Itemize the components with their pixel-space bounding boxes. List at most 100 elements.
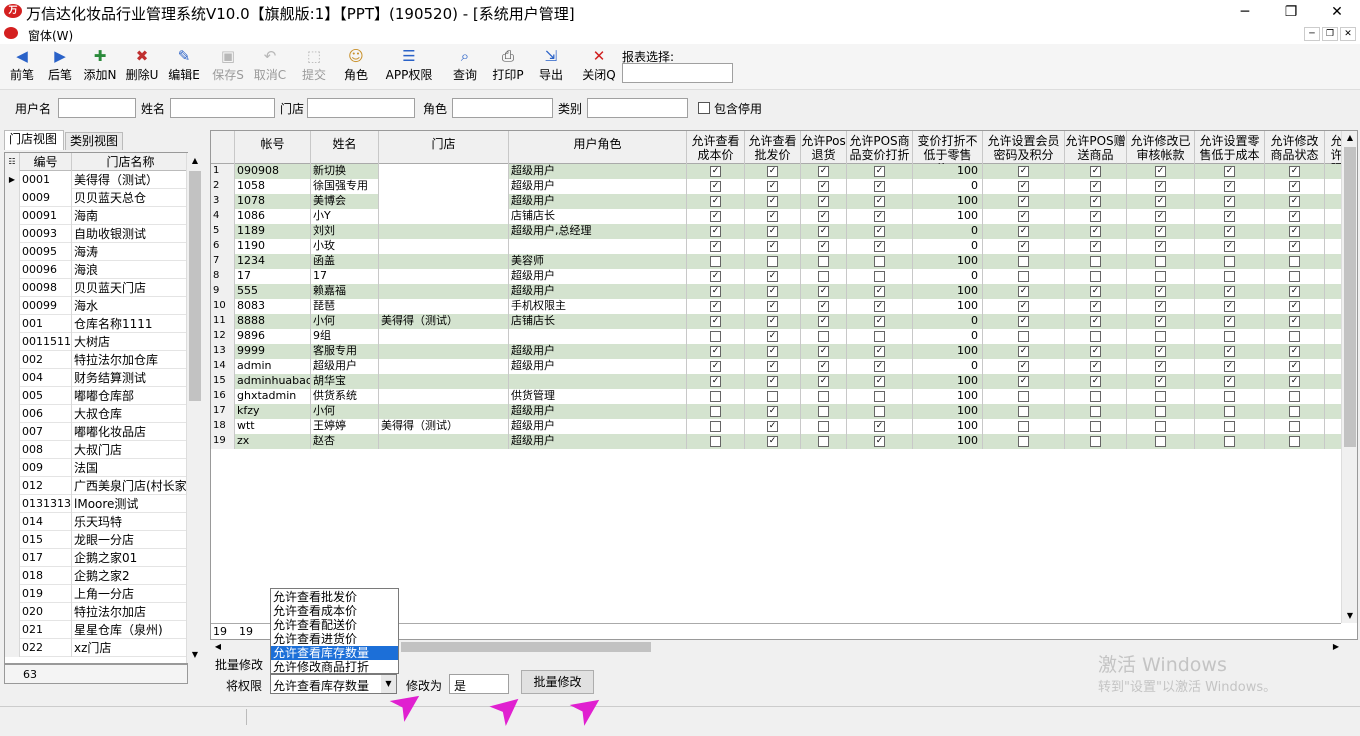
cell-permission[interactable] xyxy=(1265,389,1325,404)
unchecked-checkbox[interactable] xyxy=(1155,331,1166,342)
cell-account[interactable]: 555 xyxy=(235,284,311,299)
checked-checkbox[interactable]: ✓ xyxy=(767,181,778,192)
store-name[interactable]: 法国 xyxy=(71,459,187,477)
unchecked-checkbox[interactable] xyxy=(1090,436,1101,447)
grid-vscrollbar[interactable]: ▲ ▼ xyxy=(1341,131,1357,623)
cell-role[interactable]: 超级用户 xyxy=(509,164,687,179)
cell-permission[interactable] xyxy=(1195,269,1265,284)
cell-account[interactable]: 1086 xyxy=(235,209,311,224)
app-permission-button[interactable]: ☰ APP权限 xyxy=(384,46,434,88)
checked-checkbox[interactable]: ✓ xyxy=(818,316,829,327)
cell-name[interactable]: 美博会 xyxy=(311,194,379,209)
checked-checkbox[interactable]: ✓ xyxy=(1090,301,1101,312)
checked-checkbox[interactable]: ✓ xyxy=(710,316,721,327)
dropdown-option[interactable]: 允许查看配送价 xyxy=(271,618,398,632)
cell-permission[interactable] xyxy=(1127,329,1195,344)
cell-permission[interactable] xyxy=(1195,434,1265,449)
cell-permission[interactable] xyxy=(1195,329,1265,344)
checked-checkbox[interactable]: ✓ xyxy=(1155,301,1166,312)
cell-permission[interactable]: ✓ xyxy=(1195,224,1265,239)
cell-store[interactable] xyxy=(379,164,509,179)
cell-permission[interactable] xyxy=(687,389,745,404)
store-code[interactable]: 007 xyxy=(19,423,71,441)
cell-permission[interactable]: ✓ xyxy=(1265,194,1325,209)
cell-store[interactable] xyxy=(379,374,509,389)
grid-scroll-right-icon[interactable]: ▶ xyxy=(1329,640,1343,654)
cell-permission[interactable] xyxy=(1065,434,1127,449)
unchecked-checkbox[interactable] xyxy=(874,256,885,267)
table-row[interactable]: 9 555 赖嘉福 超级用户 ✓ ✓ ✓ ✓ ✓ ✓ ✓ ✓ ✓ 100 xyxy=(211,284,1357,299)
cell-permission[interactable]: ✓ xyxy=(687,299,745,314)
checked-checkbox[interactable]: ✓ xyxy=(767,316,778,327)
cell-discount-pct[interactable]: 100 xyxy=(913,389,983,404)
checked-checkbox[interactable]: ✓ xyxy=(1018,316,1029,327)
store-code[interactable]: 008 xyxy=(19,441,71,459)
cell-role[interactable] xyxy=(509,374,687,389)
unchecked-checkbox[interactable] xyxy=(874,331,885,342)
checked-checkbox[interactable]: ✓ xyxy=(818,361,829,372)
cell-discount-pct[interactable]: 100 xyxy=(913,419,983,434)
cell-permission[interactable] xyxy=(1065,269,1127,284)
unchecked-checkbox[interactable] xyxy=(1155,436,1166,447)
grid-col-header[interactable]: 允许POS赠送商品 xyxy=(1065,131,1127,164)
cell-permission[interactable]: ✓ xyxy=(801,314,847,329)
cell-discount-pct[interactable]: 100 xyxy=(913,284,983,299)
unchecked-checkbox[interactable] xyxy=(1090,256,1101,267)
checked-checkbox[interactable]: ✓ xyxy=(1018,181,1029,192)
cell-permission[interactable]: ✓ xyxy=(687,269,745,284)
checked-checkbox[interactable]: ✓ xyxy=(818,211,829,222)
grid-vscroll-thumb[interactable] xyxy=(1344,147,1356,447)
checked-checkbox[interactable]: ✓ xyxy=(818,301,829,312)
table-row[interactable]: 12 9896 9组 ✓ 0 xyxy=(211,329,1357,344)
cell-role[interactable]: 店铺店长 xyxy=(509,314,687,329)
cell-permission[interactable]: ✓ xyxy=(745,209,801,224)
cell-permission[interactable]: ✓ xyxy=(687,374,745,389)
cell-permission[interactable]: ✓ xyxy=(1127,374,1195,389)
store-code[interactable]: 019 xyxy=(19,585,71,603)
store-list-item[interactable]: 007 嘟嘟化妆品店 xyxy=(5,423,187,441)
cell-account[interactable]: zx xyxy=(235,434,311,449)
add-button[interactable]: ✚ 添加N xyxy=(82,46,118,88)
store-list-item[interactable]: 009 法国 xyxy=(5,459,187,477)
cell-account[interactable]: 9896 xyxy=(235,329,311,344)
close-window-button[interactable]: ✕ xyxy=(1314,0,1360,24)
store-list-item[interactable]: 019 上角一分店 xyxy=(5,585,187,603)
cell-permission[interactable]: ✓ xyxy=(847,284,913,299)
checked-checkbox[interactable]: ✓ xyxy=(710,181,721,192)
checked-checkbox[interactable]: ✓ xyxy=(1224,241,1235,252)
cell-permission[interactable]: ✓ xyxy=(1195,299,1265,314)
cell-permission[interactable]: ✓ xyxy=(1127,224,1195,239)
minimize-button[interactable]: ─ xyxy=(1222,0,1268,24)
checked-checkbox[interactable]: ✓ xyxy=(1090,286,1101,297)
checked-checkbox[interactable]: ✓ xyxy=(1224,166,1235,177)
store-code[interactable]: 001 xyxy=(19,315,71,333)
cell-permission[interactable]: ✓ xyxy=(847,239,913,254)
cell-permission[interactable] xyxy=(983,389,1065,404)
checked-checkbox[interactable]: ✓ xyxy=(767,286,778,297)
checked-checkbox[interactable]: ✓ xyxy=(710,166,721,177)
checked-checkbox[interactable]: ✓ xyxy=(1155,226,1166,237)
checked-checkbox[interactable]: ✓ xyxy=(818,181,829,192)
checked-checkbox[interactable]: ✓ xyxy=(1155,361,1166,372)
checked-checkbox[interactable]: ✓ xyxy=(1090,346,1101,357)
cell-permission[interactable] xyxy=(801,389,847,404)
unchecked-checkbox[interactable] xyxy=(1090,331,1101,342)
checked-checkbox[interactable]: ✓ xyxy=(1090,226,1101,237)
unchecked-checkbox[interactable] xyxy=(710,331,721,342)
cell-permission[interactable]: ✓ xyxy=(1127,164,1195,179)
cell-role[interactable]: 超级用户 xyxy=(509,179,687,194)
cell-permission[interactable] xyxy=(801,329,847,344)
cell-discount-pct[interactable]: 0 xyxy=(913,224,983,239)
cell-permission[interactable]: ✓ xyxy=(983,314,1065,329)
cell-permission[interactable]: ✓ xyxy=(847,194,913,209)
store-list-item[interactable]: 020 特拉法尔加店 xyxy=(5,603,187,621)
store-name[interactable]: 海南 xyxy=(71,207,187,225)
store-code[interactable]: 014 xyxy=(19,513,71,531)
mdi-restore-button[interactable]: ❐ xyxy=(1322,27,1338,41)
cell-permission[interactable]: ✓ xyxy=(983,239,1065,254)
cell-permission[interactable] xyxy=(1265,329,1325,344)
cell-permission[interactable]: ✓ xyxy=(1127,194,1195,209)
cell-name[interactable]: 小玫 xyxy=(311,239,379,254)
unchecked-checkbox[interactable] xyxy=(1224,436,1235,447)
cell-permission[interactable]: ✓ xyxy=(1127,344,1195,359)
